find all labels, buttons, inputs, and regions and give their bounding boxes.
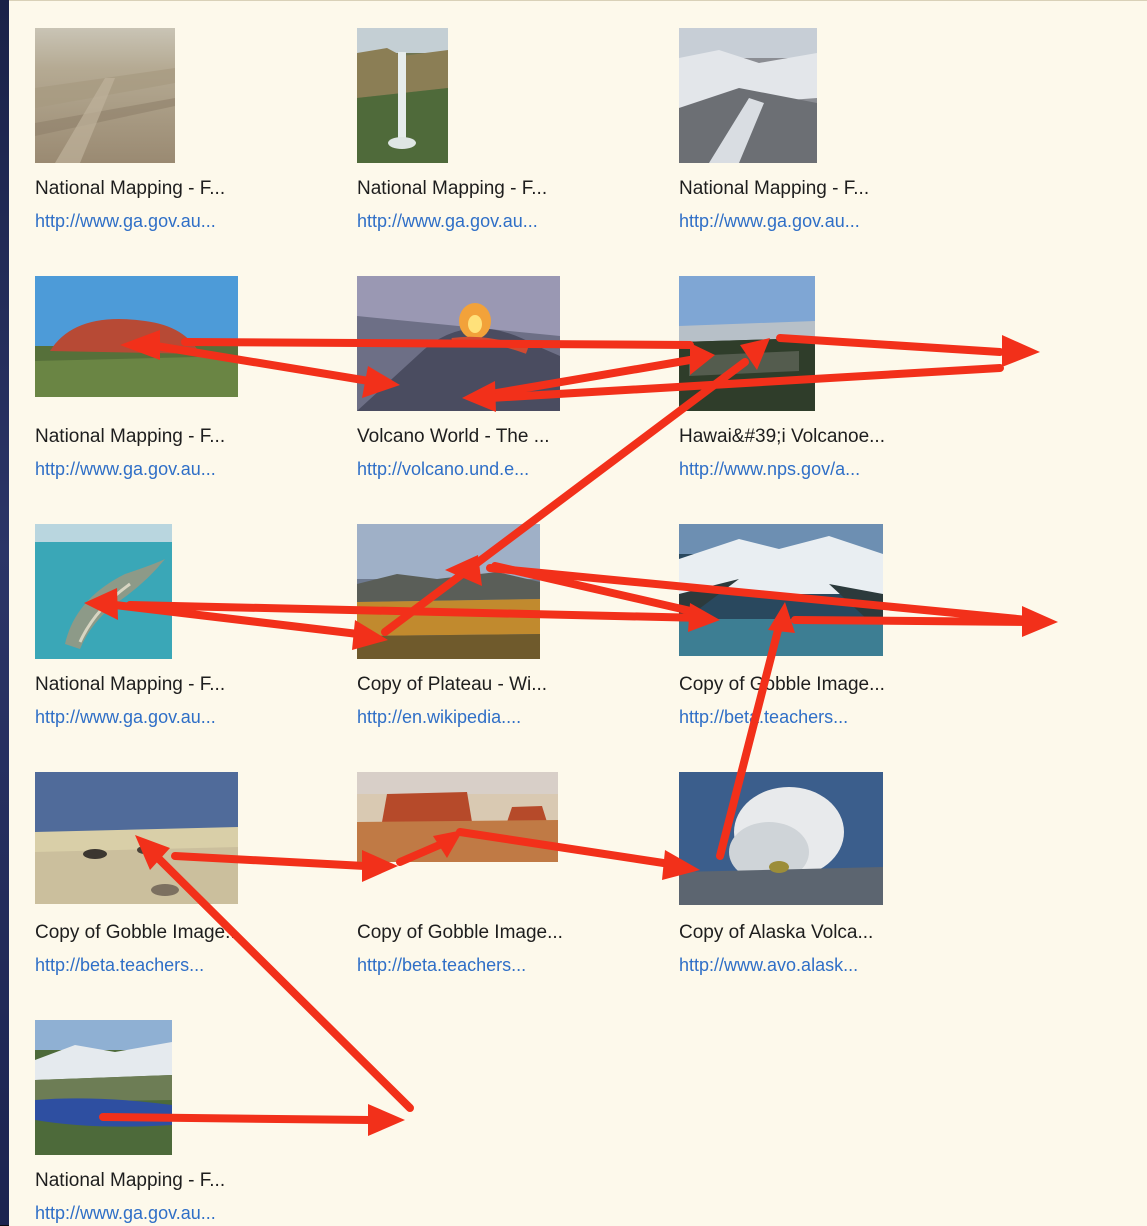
result-thumbnail[interactable] <box>357 276 560 411</box>
result-title[interactable]: Copy of Gobble Image... <box>679 674 885 696</box>
result-thumbnail[interactable] <box>357 28 448 163</box>
result-url[interactable]: http://en.wikipedia.... <box>357 706 521 728</box>
result-thumbnail[interactable] <box>35 28 175 163</box>
result-thumbnail[interactable] <box>35 1020 172 1155</box>
result-title[interactable]: Copy of Gobble Image... <box>35 922 241 944</box>
result-url[interactable]: http://www.nps.gov/a... <box>679 458 860 480</box>
result-title[interactable]: National Mapping - F... <box>679 178 869 200</box>
result-thumbnail[interactable] <box>357 772 558 862</box>
result-url[interactable]: http://www.ga.gov.au... <box>679 210 860 232</box>
window-edge <box>0 0 9 1225</box>
result-title[interactable]: National Mapping - F... <box>35 1170 225 1192</box>
result-url[interactable]: http://www.ga.gov.au... <box>35 210 216 232</box>
result-title[interactable]: Hawai&#39;i Volcanoe... <box>679 426 885 448</box>
result-url[interactable]: http://volcano.und.e... <box>357 458 529 480</box>
result-url[interactable]: http://beta.teachers... <box>679 706 848 728</box>
result-thumbnail[interactable] <box>35 524 172 659</box>
result-title[interactable]: Copy of Plateau - Wi... <box>357 674 547 696</box>
result-title[interactable]: Copy of Alaska Volca... <box>679 922 873 944</box>
result-title[interactable]: Copy of Gobble Image... <box>357 922 563 944</box>
result-title[interactable]: Volcano World - The ... <box>357 426 550 448</box>
result-thumbnail[interactable] <box>679 772 883 905</box>
result-title[interactable]: National Mapping - F... <box>35 178 225 200</box>
result-thumbnail[interactable] <box>35 772 238 904</box>
result-thumbnail[interactable] <box>357 524 540 659</box>
result-url[interactable]: http://beta.teachers... <box>35 954 204 976</box>
result-title[interactable]: National Mapping - F... <box>35 426 225 448</box>
result-title[interactable]: National Mapping - F... <box>35 674 225 696</box>
result-url[interactable]: http://beta.teachers... <box>357 954 526 976</box>
result-url[interactable]: http://www.ga.gov.au... <box>35 1202 216 1224</box>
result-url[interactable]: http://www.ga.gov.au... <box>35 458 216 480</box>
result-title[interactable]: National Mapping - F... <box>357 178 547 200</box>
result-url[interactable]: http://www.ga.gov.au... <box>357 210 538 232</box>
result-thumbnail[interactable] <box>679 28 817 163</box>
image-results-panel: National Mapping - F... http://www.ga.go… <box>9 0 1147 1226</box>
result-thumbnail[interactable] <box>679 276 815 411</box>
result-url[interactable]: http://www.avo.alask... <box>679 954 858 976</box>
result-url[interactable]: http://www.ga.gov.au... <box>35 706 216 728</box>
result-thumbnail[interactable] <box>679 524 883 656</box>
result-thumbnail[interactable] <box>35 276 238 397</box>
